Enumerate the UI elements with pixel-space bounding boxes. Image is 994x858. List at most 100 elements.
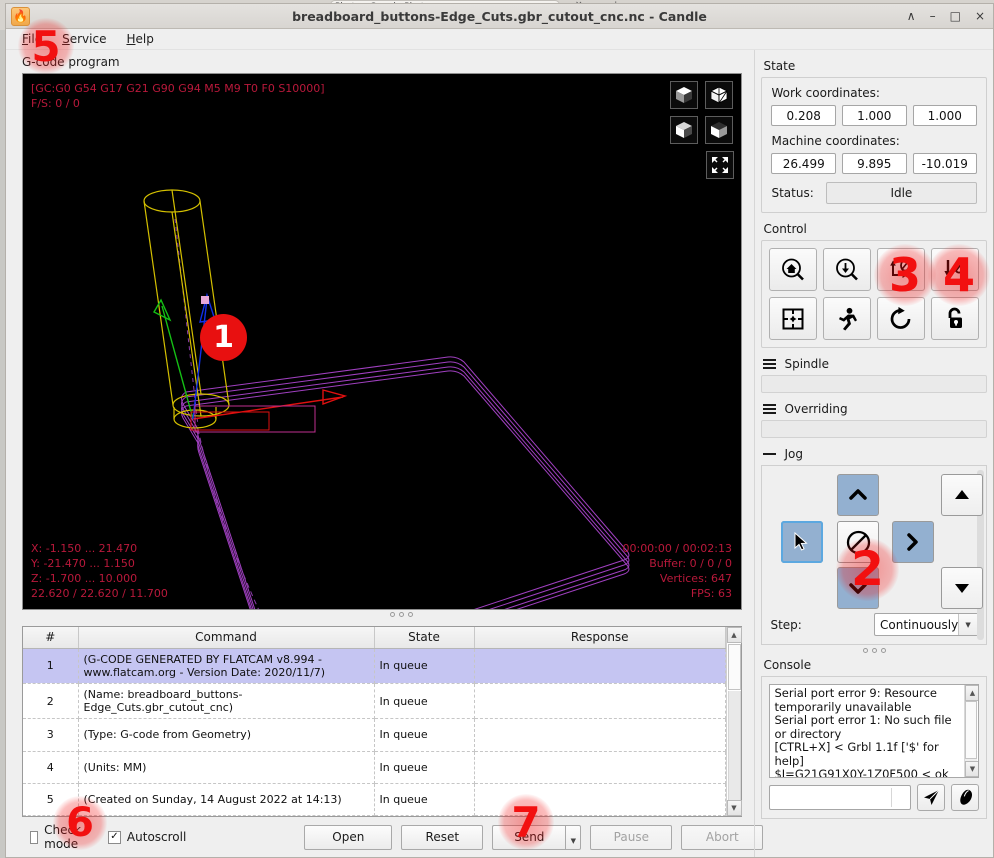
viewport-splitter-handle[interactable]: [390, 612, 413, 634]
jog-splitter-handle[interactable]: [761, 648, 987, 653]
zero-xy-button[interactable]: [877, 248, 925, 291]
z-probe-button[interactable]: [823, 248, 871, 291]
column-header-command[interactable]: Command: [78, 627, 374, 648]
check-mode-checkbox[interactable]: Check mode: [30, 823, 86, 851]
machine-y-field[interactable]: 9.895: [842, 153, 907, 174]
cell-command: (Created on Sunday, 14 August 2022 at 14…: [78, 783, 374, 815]
jog-panel: Step: Continuously ▼: [761, 465, 987, 645]
isometric-view-button[interactable]: [670, 81, 698, 109]
safe-position-button[interactable]: [769, 297, 817, 340]
chevron-down-icon[interactable]: ▼: [958, 614, 977, 635]
scroll-down-arrow-icon[interactable]: ▼: [727, 800, 742, 816]
table-scrollbar[interactable]: ▲ ▼: [726, 627, 741, 816]
table-row[interactable]: 2 (Name: breadboard_buttons-Edge_Cuts.gb…: [23, 683, 726, 718]
jog-stop-button[interactable]: [837, 521, 879, 563]
table-row[interactable]: 4 (Units: MM) In queue: [23, 751, 726, 783]
fit-to-screen-button[interactable]: [706, 151, 734, 179]
console-scrollbar[interactable]: ▲ ▼: [964, 685, 978, 777]
open-button[interactable]: Open: [304, 825, 392, 850]
autoscroll-label: Autoscroll: [127, 830, 186, 844]
work-y-field[interactable]: 1.000: [842, 105, 907, 126]
step-select[interactable]: Continuously ▼: [874, 613, 978, 636]
status-label: Status:: [771, 186, 813, 200]
jog-section-header[interactable]: Jog: [763, 447, 987, 461]
scroll-up-arrow-icon[interactable]: ▲: [727, 627, 742, 643]
work-coordinates-label: Work coordinates:: [771, 86, 977, 100]
step-label: Step:: [770, 618, 801, 632]
jog-x-plus-button[interactable]: [892, 521, 934, 563]
maximize-window-button[interactable]: □: [950, 10, 961, 22]
cell-response: [474, 683, 726, 718]
chevron-down-icon: [847, 577, 869, 599]
send-button-group[interactable]: Send ▼: [492, 825, 581, 850]
overriding-section-header[interactable]: Overriding: [763, 402, 987, 416]
menu-item-help[interactable]: Help: [126, 32, 153, 46]
splitter-dot: [881, 648, 886, 653]
home-button[interactable]: [769, 248, 817, 291]
console-output[interactable]: Serial port error 9: Resource temporaril…: [769, 684, 979, 778]
gcode-program-label: G-code program: [6, 50, 754, 73]
console-send-button[interactable]: [917, 784, 945, 811]
zero-z-button[interactable]: [931, 248, 979, 291]
send-button[interactable]: Send: [492, 825, 565, 850]
menu-item-service[interactable]: Service: [62, 32, 106, 46]
check-mode-box[interactable]: [30, 831, 38, 844]
3d-viewport[interactable]: [GC:G0 G54 G17 G21 G90 G94 M5 M9 T0 F0 S…: [22, 73, 742, 610]
cell-number: 1: [23, 648, 78, 683]
jog-z-plus-button[interactable]: [941, 474, 983, 516]
table-row[interactable]: 1 (G-CODE GENERATED BY FLATCAM v8.994 - …: [23, 648, 726, 683]
gcode-table[interactable]: # Command State Response 1 (G-CODE GENER…: [22, 626, 742, 817]
restore-origin-button[interactable]: [877, 297, 925, 340]
autoscroll-checkbox[interactable]: ✓ Autoscroll: [108, 830, 186, 844]
jog-x-minus-button[interactable]: [781, 521, 823, 563]
jog-z-minus-button[interactable]: [941, 567, 983, 609]
menu-bar: File Service Help: [6, 29, 993, 50]
scroll-down-arrow-icon[interactable]: ▼: [965, 761, 979, 777]
menu-item-help-rest: elp: [135, 32, 153, 46]
scrollbar-thumb[interactable]: [728, 644, 741, 690]
jog-y-minus-button[interactable]: [837, 567, 879, 609]
control-section-title: Control: [763, 222, 987, 236]
title-bar[interactable]: 🔥 breadboard_buttons-Edge_Cuts.gbr_cutou…: [6, 4, 993, 29]
column-header-state[interactable]: State: [374, 627, 474, 648]
step-value: Continuously: [875, 614, 958, 635]
chevron-right-icon: [902, 531, 924, 553]
shade-window-button[interactable]: ∧: [907, 10, 916, 22]
left-view-button[interactable]: [705, 116, 733, 144]
cell-command: (Name: breadboard_buttons-Edge_Cuts.gbr_…: [78, 683, 374, 718]
column-header-response[interactable]: Response: [474, 627, 726, 648]
work-x-field[interactable]: 0.208: [771, 105, 836, 126]
jog-y-plus-button[interactable]: [837, 474, 879, 516]
spindle-section-header[interactable]: Spindle: [763, 357, 987, 371]
scroll-up-arrow-icon[interactable]: ▲: [965, 685, 979, 701]
console-clear-button[interactable]: [951, 784, 979, 811]
viewport-stats-overlay: 00:00:00 / 00:02:13 Buffer: 0 / 0 / 0 Ve…: [622, 541, 732, 601]
autoscroll-box[interactable]: ✓: [108, 831, 121, 844]
run-button[interactable]: [823, 297, 871, 340]
overriding-panel-collapsed: [761, 420, 987, 438]
column-header-number[interactable]: #: [23, 627, 78, 648]
close-window-button[interactable]: ×: [975, 10, 985, 22]
home-search-icon: [780, 257, 806, 283]
send-dropdown-arrow-icon[interactable]: ▼: [565, 825, 581, 850]
work-z-field[interactable]: 1.000: [913, 105, 978, 126]
front-view-button[interactable]: [670, 116, 698, 144]
console-command-input[interactable]: [769, 785, 911, 810]
machine-z-field[interactable]: -10.019: [913, 153, 978, 174]
splitter-dot: [863, 648, 868, 653]
machine-x-field[interactable]: 26.499: [771, 153, 836, 174]
table-row[interactable]: 3 (Type: G-code from Geometry) In queue: [23, 719, 726, 751]
reset-button[interactable]: Reset: [401, 825, 483, 850]
menu-item-file[interactable]: File: [22, 32, 42, 46]
minus-collapse-icon: [763, 453, 776, 455]
check-mode-label: Check mode: [44, 823, 86, 851]
unlock-button[interactable]: [931, 297, 979, 340]
table-row[interactable]: 5 (Created on Sunday, 14 August 2022 at …: [23, 783, 726, 815]
scrollbar-track[interactable]: [728, 691, 741, 800]
top-view-button[interactable]: [705, 81, 733, 109]
minimize-window-button[interactable]: –: [930, 10, 936, 22]
status-badge: Idle: [826, 182, 977, 204]
menu-item-service-rest: ervice: [70, 32, 107, 46]
scrollbar-thumb[interactable]: [965, 701, 977, 759]
zero-xy-icon: [888, 257, 914, 283]
